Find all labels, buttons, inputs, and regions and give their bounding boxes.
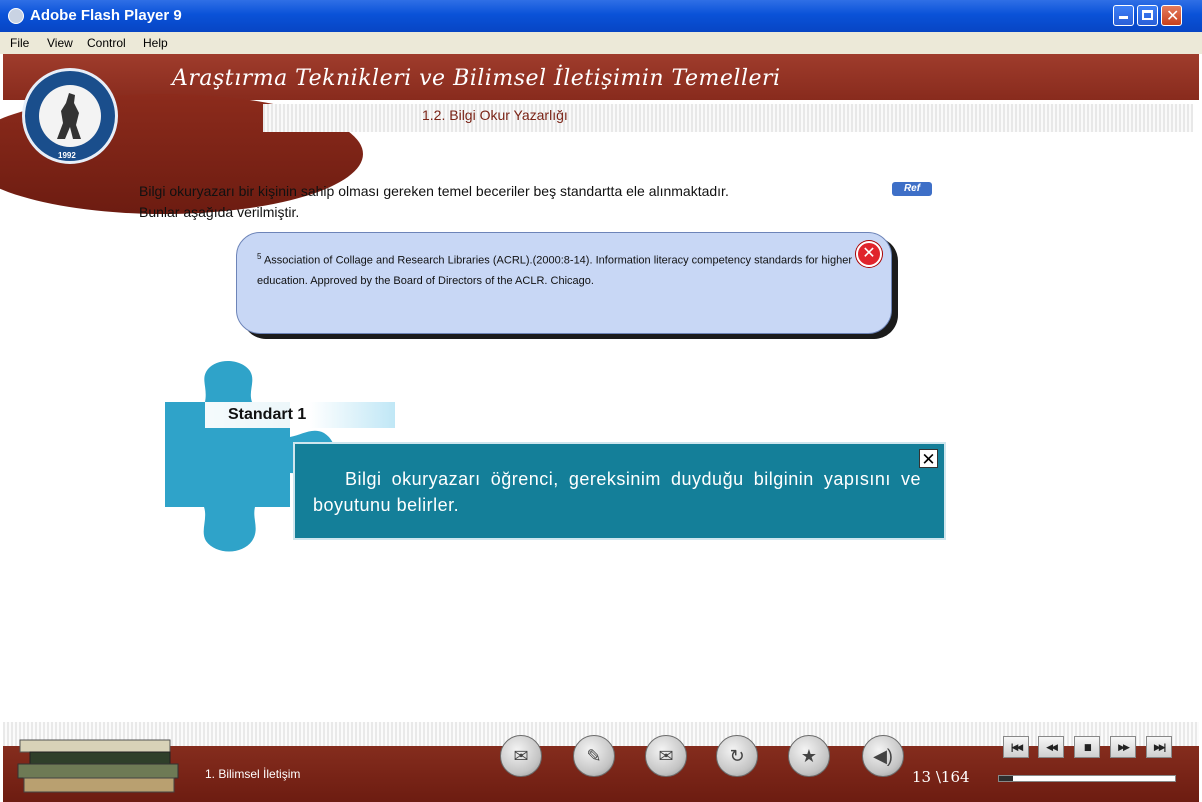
close-note-button[interactable]: ✕ [856, 241, 882, 267]
header-stripe [263, 104, 1193, 132]
close-icon: ✕ [921, 450, 936, 469]
previous-page-icon: ◀◀ [1046, 742, 1058, 752]
mail-button[interactable]: ✉ [645, 735, 687, 777]
maximize-icon [1142, 10, 1153, 20]
minimize-icon [1119, 16, 1128, 19]
close-window-button[interactable]: ✕ [1161, 5, 1182, 26]
first-page-button[interactable]: |◀◀ [1003, 736, 1029, 758]
page-counter: 13 \164 [912, 768, 970, 786]
previous-page-button[interactable]: ◀◀ [1038, 736, 1064, 758]
edit-button[interactable]: ✎ [573, 735, 615, 777]
mail-icon: ✉ [658, 746, 674, 766]
menu-bar: File View Control Help [0, 32, 1202, 54]
star-button[interactable]: ★ [788, 735, 830, 777]
reference-note: 5 Association of Collage and Research Li… [236, 232, 892, 334]
window-titlebar: Adobe Flash Player 9 ✕ [0, 0, 1202, 32]
course-title: Araştırma Teknikleri ve Bilimsel İletişi… [172, 66, 781, 91]
menu-help[interactable]: Help [143, 36, 168, 50]
close-icon: ✕ [1166, 8, 1180, 25]
star-icon: ★ [800, 746, 818, 766]
chapter-label: 1. Bilimsel İletişim [205, 767, 301, 781]
reference-note-text: 5 Association of Collage and Research Li… [257, 247, 852, 291]
last-page-button[interactable]: ▶▶| [1146, 736, 1172, 758]
window-title: Adobe Flash Player 9 [30, 7, 182, 24]
standard-title: Standart 1 [228, 406, 307, 423]
reference-citation: Association of Collage and Research Libr… [257, 254, 852, 287]
progress-fill [999, 776, 1014, 781]
menu-file[interactable]: File [10, 36, 29, 50]
pause-button[interactable]: ▮▮ [1074, 736, 1100, 758]
books-icon [17, 739, 179, 793]
first-page-icon: |◀◀ [1010, 742, 1023, 752]
total-pages: \164 [935, 768, 970, 786]
current-page: 13 [912, 768, 932, 786]
refresh-icon: ↻ [729, 746, 745, 766]
pause-icon: ▮▮ [1084, 742, 1092, 752]
standard-text: Bilgi okuryazarı öğrenci, gereksinim duy… [313, 469, 921, 515]
refresh-button[interactable]: ↻ [716, 735, 758, 777]
soldier-emblem-icon [57, 93, 81, 139]
menu-view[interactable]: View [47, 36, 73, 50]
notes-button[interactable]: ✉ [500, 735, 542, 777]
progress-bar[interactable] [998, 775, 1176, 782]
flash-player-icon [8, 8, 24, 24]
last-page-icon: ▶▶| [1153, 742, 1166, 752]
minimize-button[interactable] [1113, 5, 1134, 26]
logo-year: 1992 [58, 151, 76, 160]
menu-control[interactable]: Control [87, 36, 126, 50]
speaker-button[interactable]: ◀) [862, 735, 904, 777]
edit-icon: ✎ [586, 746, 602, 766]
section-title: 1.2. Bilgi Okur Yazarlığı [422, 107, 568, 123]
notes-icon: ✉ [513, 746, 529, 766]
speaker-icon: ◀) [873, 746, 893, 766]
intro-line-2: Bunlar aşağıda verilmiştir. [139, 204, 300, 220]
close-icon: ✕ [862, 245, 876, 262]
standard-box: Bilgi okuryazarı öğrenci, gereksinim duy… [293, 442, 946, 540]
intro-line-1: Bilgi okuryazarı bir kişinin sahip olmas… [139, 183, 729, 199]
university-logo: 1992 [22, 68, 118, 164]
reference-number: 5 [257, 252, 262, 261]
next-page-icon: ▶▶ [1118, 742, 1130, 752]
close-standard-button[interactable]: ✕ [919, 449, 938, 469]
maximize-button[interactable] [1137, 5, 1158, 26]
next-page-button[interactable]: ▶▶ [1110, 736, 1136, 758]
ref-button[interactable]: Ref [892, 182, 932, 196]
intro-text: Bilgi okuryazarı bir kişinin sahip olmas… [139, 181, 729, 223]
